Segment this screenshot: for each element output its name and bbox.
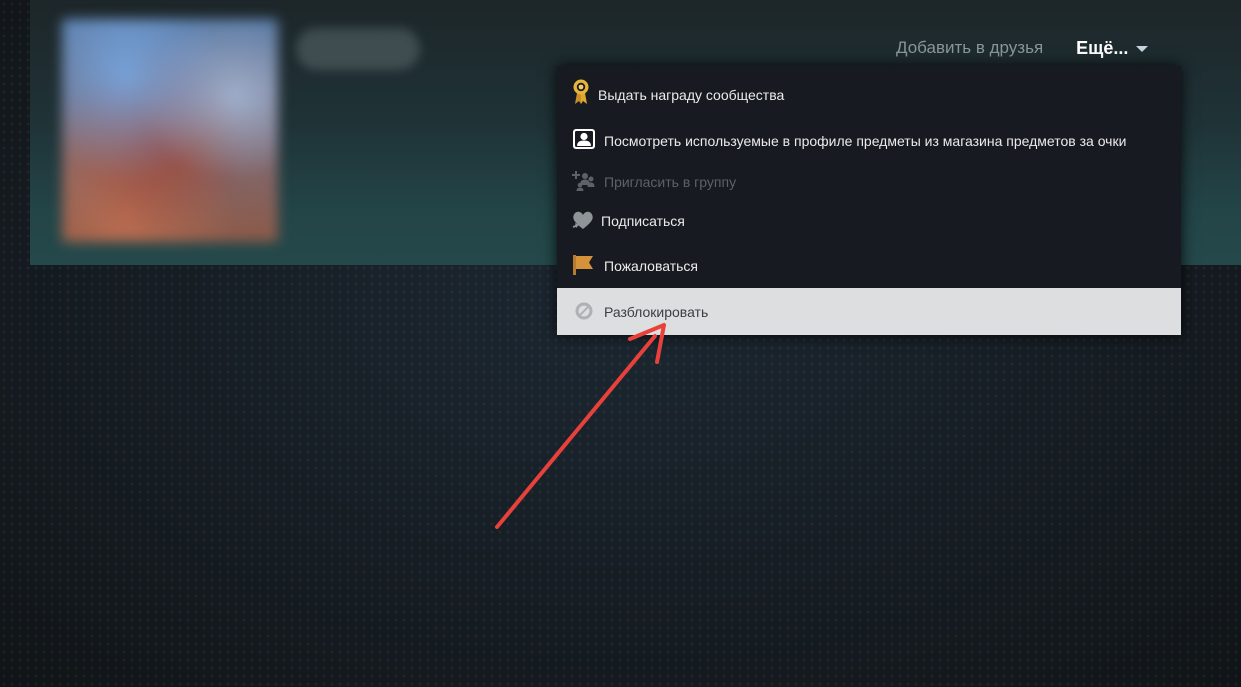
annotation-arrow <box>495 323 666 529</box>
